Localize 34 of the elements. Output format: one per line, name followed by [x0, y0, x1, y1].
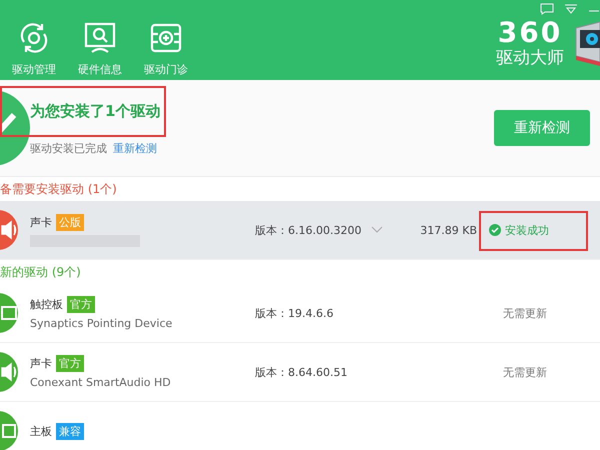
device-model: Conexant SmartAudio HD: [30, 376, 172, 389]
feedback-icon[interactable]: [540, 3, 554, 15]
device-name: 声卡: [30, 356, 52, 371]
version-text: 版本：19.4.6.6: [255, 306, 334, 320]
chevron-down-icon[interactable]: [371, 226, 383, 234]
version-text: 版本：8.64.60.51: [255, 364, 348, 380]
file-size: 317.89 KB: [419, 224, 477, 236]
device-name: 触控板: [30, 297, 63, 312]
toolbar-button[interactable]: 驱动门诊: [142, 20, 190, 80]
monitor-search-icon: [82, 20, 118, 56]
version-text: 版本：6.16.00.3200: [255, 222, 362, 238]
summary-title: 为您安装了1个驱动: [30, 102, 160, 120]
logo-number: 360: [498, 18, 562, 48]
install-status: 无需更新: [503, 306, 547, 320]
dropdown-menu-icon[interactable]: [564, 3, 578, 15]
device-model: Synaptics Pointing Device: [30, 317, 174, 330]
status-text: 驱动安装已完成: [30, 140, 107, 156]
install-status: 安装成功: [489, 222, 549, 238]
source-tag: 兼容: [56, 422, 84, 440]
logo-name: 驱动大师: [496, 48, 564, 68]
check-circle-icon: [489, 224, 501, 236]
device-name: 主板: [30, 424, 52, 438]
rescan-link[interactable]: 重新检测: [113, 140, 157, 156]
section-heading: 备需要安装驱动 (1个): [0, 180, 117, 198]
toolbar-button[interactable]: 硬件信息: [76, 20, 124, 80]
rescan-button[interactable]: 重新检测: [494, 110, 590, 146]
toolbar-button[interactable]: 驱动管理: [10, 20, 58, 80]
source-tag: 公版: [56, 214, 84, 230]
driver-row[interactable]: 声卡 公版 版本：6.16.00.3200 317.89 KB 安装成功: [0, 201, 600, 260]
section-heading: 新的驱动 (9个): [0, 264, 81, 280]
install-status: 无需更新: [503, 364, 547, 380]
device-name: 声卡: [30, 214, 52, 230]
source-tag: 官方: [67, 296, 95, 313]
source-tag: 官方: [56, 355, 84, 372]
